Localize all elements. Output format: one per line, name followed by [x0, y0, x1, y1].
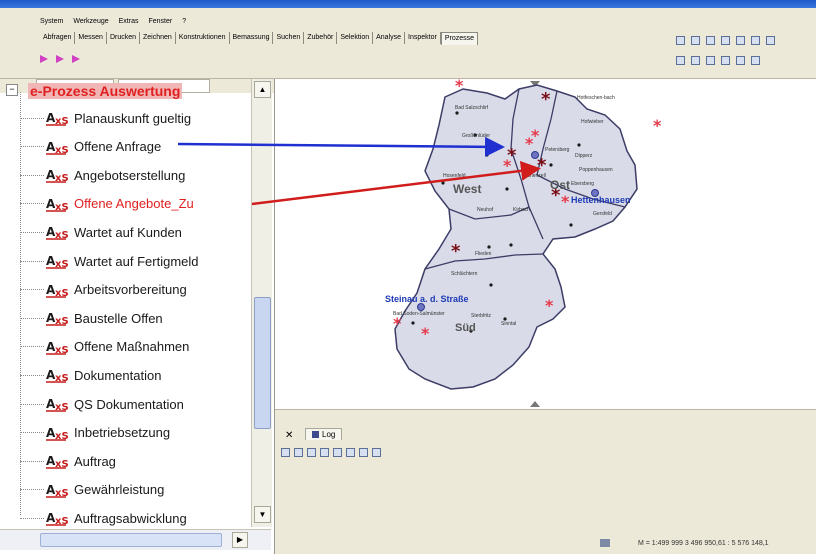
log-tab-label: Log — [322, 430, 336, 439]
save-icon[interactable] — [294, 448, 303, 457]
log-toolbar — [281, 448, 381, 457]
copy-icon[interactable] — [346, 448, 355, 457]
blue-arrow — [177, 136, 505, 157]
grid-icon[interactable] — [307, 448, 316, 457]
status-icon — [600, 539, 610, 547]
log-tab[interactable]: Log — [305, 428, 343, 440]
close-icon[interactable]: ✕ — [285, 430, 299, 442]
envelope-icon[interactable] — [320, 448, 329, 457]
status-bar: M = 1:499 999 3 496 950,61 : 5 576 148,1 — [275, 534, 816, 554]
font-icon[interactable] — [359, 448, 368, 457]
align-icon[interactable] — [333, 448, 342, 457]
log-icon — [312, 431, 319, 438]
font-size-icon[interactable] — [372, 448, 381, 457]
status-text: M = 1:499 999 3 496 950,61 : 5 576 148,1 — [638, 540, 769, 547]
log-panel: ✕ Log — [275, 409, 816, 535]
red-arrow — [251, 160, 541, 206]
list-icon[interactable] — [281, 448, 290, 457]
